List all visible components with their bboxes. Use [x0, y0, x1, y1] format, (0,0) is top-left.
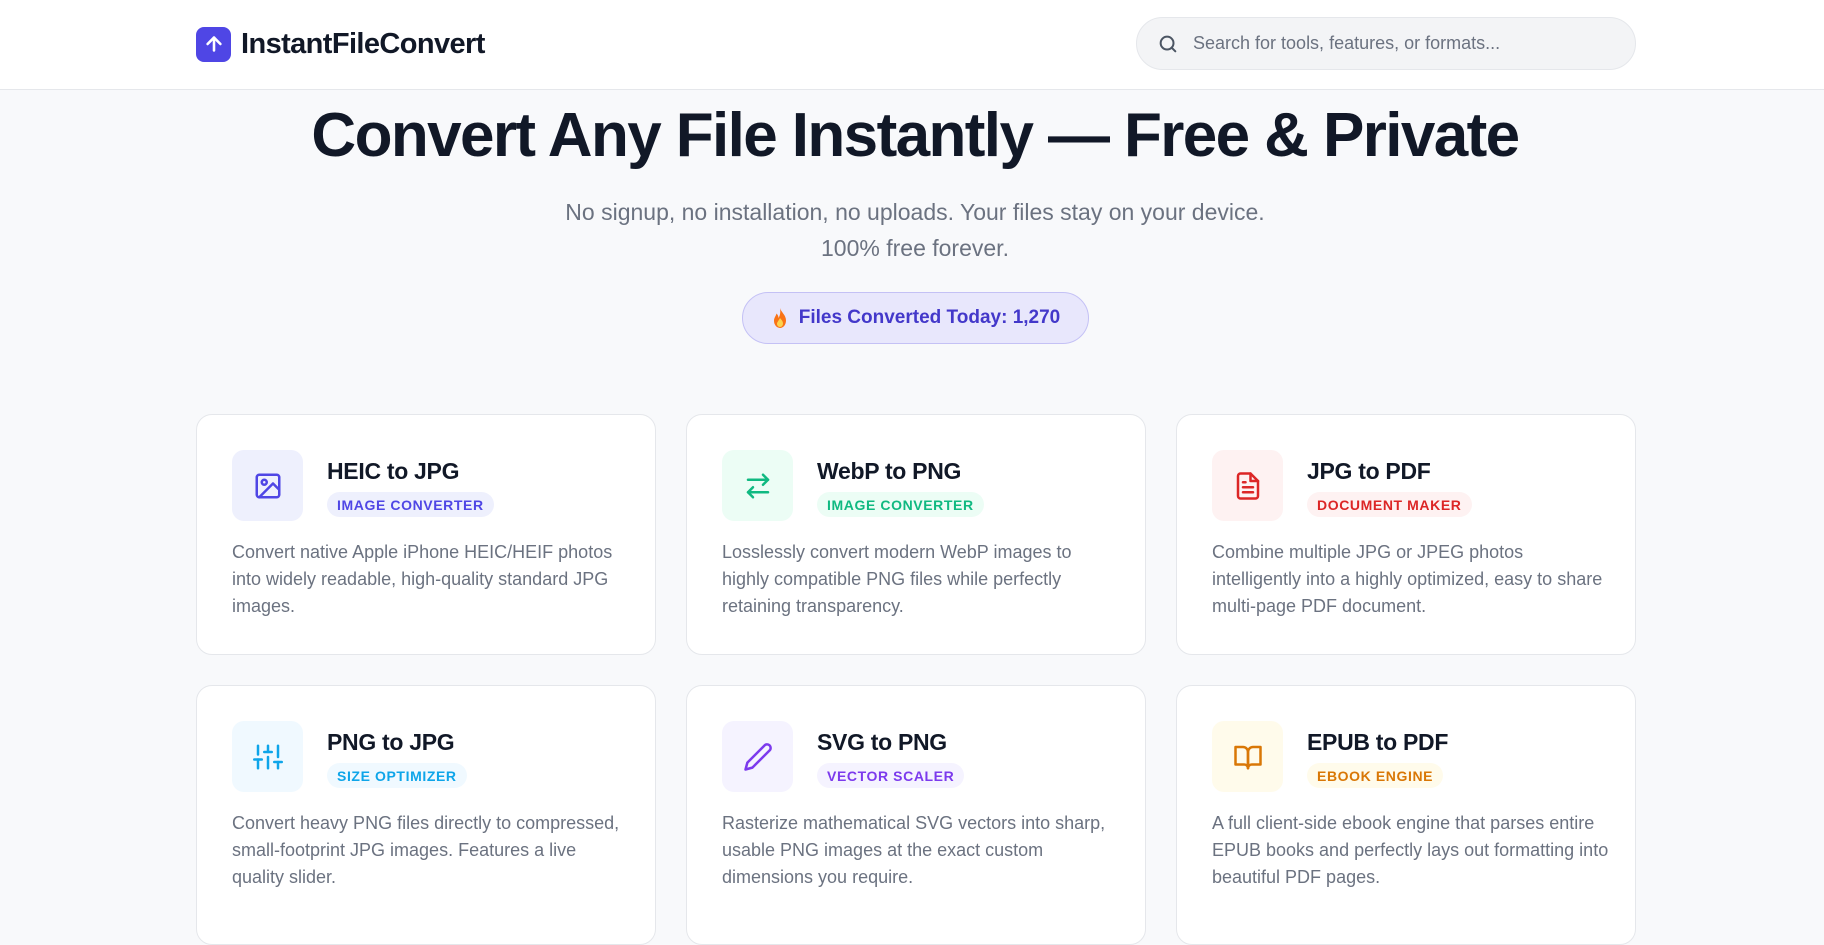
tool-card-svg-to-png[interactable]: SVG to PNG VECTOR SCALER Rasterize mathe…	[686, 685, 1146, 945]
swap-arrows-icon	[722, 450, 793, 521]
search-input[interactable]	[1193, 33, 1613, 54]
tool-card-description: Convert heavy PNG files directly to comp…	[232, 813, 620, 887]
pencil-icon	[722, 721, 793, 792]
fire-icon	[773, 308, 786, 328]
hero-subtitle-line1: No signup, no installation, no uploads. …	[565, 199, 1265, 225]
upload-arrow-icon	[196, 26, 231, 62]
tool-card-epub-to-pdf[interactable]: EPUB to PDF EBOOK ENGINE A full client-s…	[1176, 685, 1636, 945]
tool-card-tag: SIZE OPTIMIZER	[327, 763, 467, 788]
image-icon	[232, 450, 303, 521]
tool-card-description: Convert native Apple iPhone HEIC/HEIF ph…	[232, 542, 613, 616]
tool-card-heic-to-jpg[interactable]: HEIC to JPG IMAGE CONVERTER Convert nati…	[196, 414, 656, 655]
document-icon	[1212, 450, 1283, 521]
book-icon	[1212, 721, 1283, 792]
tool-card-description: A full client-side ebook engine that par…	[1212, 813, 1609, 887]
tool-card-tag: VECTOR SCALER	[817, 763, 965, 788]
files-converted-label: Files Converted Today: 1,270	[798, 307, 1061, 328]
tool-card-description: Rasterize mathematical SVG vectors into …	[722, 813, 1106, 887]
tool-card-png-to-jpg[interactable]: PNG to JPG SIZE OPTIMIZER Convert heavy …	[196, 685, 656, 945]
files-converted-badge: Files Converted Today: 1,270	[742, 292, 1089, 344]
tool-card-tag: EBOOK ENGINE	[1307, 763, 1444, 788]
tool-card-title: JPG to PDF	[1307, 458, 1431, 484]
tool-card-jpg-to-pdf[interactable]: JPG to PDF DOCUMENT MAKER Combine multip…	[1176, 414, 1636, 655]
hero-title: Convert Any File Instantly — Free & Priv…	[311, 101, 1520, 170]
tool-card-tag: IMAGE CONVERTER	[327, 492, 494, 517]
hero-subtitle: No signup, no installation, no uploads. …	[0, 194, 1824, 266]
tool-card-description: Combine multiple JPG or JPEG photos inte…	[1212, 542, 1603, 616]
search-bar[interactable]	[1136, 17, 1636, 70]
tool-card-title: EPUB to PDF	[1307, 729, 1449, 755]
site-header: InstantFileConvert	[0, 0, 1824, 90]
tool-card-description: Losslessly convert modern WebP images to…	[722, 542, 1072, 616]
logo-text: InstantFileConvert	[241, 27, 485, 60]
tool-card-tag: IMAGE CONVERTER	[817, 492, 984, 517]
tool-card-title: WebP to PNG	[817, 458, 962, 484]
hero-subtitle-line2: 100% free forever.	[821, 235, 1009, 261]
tool-card-title: PNG to JPG	[327, 729, 455, 755]
tool-card-title: HEIC to JPG	[327, 458, 460, 484]
tool-card-tag: DOCUMENT MAKER	[1307, 492, 1472, 517]
tool-card-webp-to-png[interactable]: WebP to PNG IMAGE CONVERTER Losslessly c…	[686, 414, 1146, 655]
logo-link[interactable]: InstantFileConvert	[196, 26, 485, 62]
tool-card-title: SVG to PNG	[817, 729, 947, 755]
search-icon	[1159, 35, 1177, 52]
sliders-icon	[232, 721, 303, 792]
